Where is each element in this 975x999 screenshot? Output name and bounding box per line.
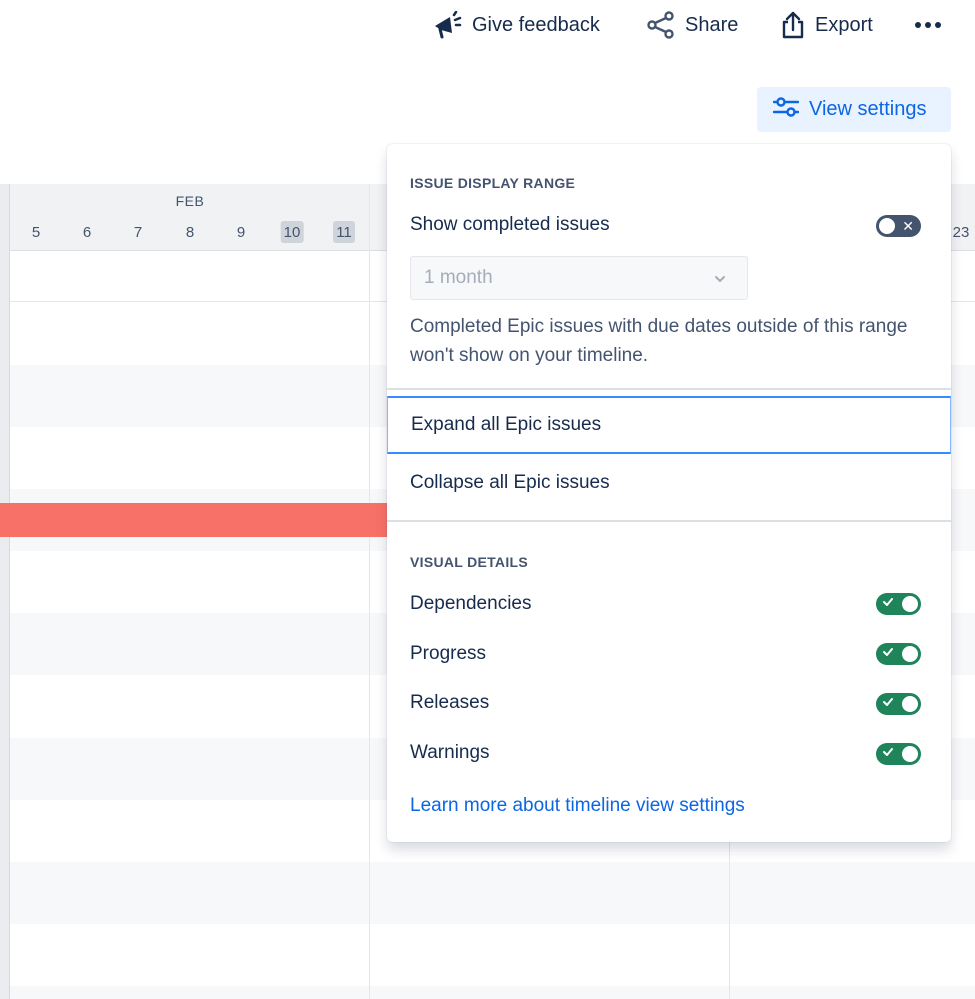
day-label: 23 (952, 223, 970, 241)
export-icon (781, 11, 805, 39)
check-icon (882, 693, 894, 715)
share-button[interactable]: Share (647, 8, 738, 42)
export-button[interactable]: Export (781, 8, 873, 42)
give-feedback-label: Give feedback (472, 13, 600, 36)
view-settings-panel: ISSUE DISPLAY RANGE Show completed issue… (387, 144, 951, 842)
timeline-left-edge (0, 184, 10, 999)
toggle-knob (902, 696, 918, 712)
day-label-weekend: 11 (333, 221, 355, 243)
divider (387, 388, 951, 390)
warnings-label: Warnings (410, 742, 490, 763)
view-settings-button[interactable]: View settings (757, 87, 951, 132)
divider (387, 520, 951, 522)
toggle-knob (902, 596, 918, 612)
day-label: 7 (133, 223, 143, 241)
progress-label: Progress (410, 643, 487, 664)
show-completed-issues-toggle[interactable]: ✕ (876, 215, 921, 237)
epic-bar[interactable] (0, 503, 400, 537)
check-icon (882, 743, 894, 765)
progress-toggle[interactable] (876, 643, 921, 665)
timeline-row (0, 986, 975, 999)
toggle-knob (902, 746, 918, 762)
export-label: Export (815, 13, 873, 36)
share-icon (647, 11, 675, 39)
expand-all-epics-item[interactable]: Expand all Epic issues (387, 396, 951, 454)
show-completed-issues-label: Show completed issues (410, 214, 610, 235)
close-icon: ✕ (902, 218, 914, 234)
releases-toggle[interactable] (876, 693, 921, 715)
check-icon (882, 593, 894, 615)
day-label: 9 (236, 223, 246, 241)
month-label: FEB (175, 193, 205, 209)
more-actions-button[interactable] (911, 8, 945, 42)
sliders-icon (772, 96, 800, 124)
toggle-knob (879, 218, 895, 234)
toggle-knob (902, 646, 918, 662)
display-range-help-text: Completed Epic issues with due dates out… (410, 316, 908, 366)
releases-label: Releases (410, 692, 490, 713)
issue-display-range-heading: ISSUE DISPLAY RANGE (410, 175, 576, 191)
warnings-toggle[interactable] (876, 743, 921, 765)
display-range-value: 1 month (424, 267, 493, 288)
learn-more-link[interactable]: Learn more about timeline view settings (410, 795, 745, 817)
timeline-row (0, 924, 975, 986)
timeline-row (0, 862, 975, 924)
more-dots-icon (914, 21, 942, 29)
dependencies-label: Dependencies (410, 593, 532, 614)
day-label: 6 (82, 223, 92, 241)
view-settings-label: View settings (809, 98, 927, 120)
day-label-weekend: 10 (280, 221, 304, 243)
visual-details-heading: VISUAL DETAILS (410, 554, 529, 570)
day-label: 8 (185, 223, 195, 241)
collapse-all-epics-item[interactable]: Collapse all Epic issues (387, 454, 951, 512)
share-label: Share (685, 13, 739, 36)
chevron-down-icon (713, 270, 727, 292)
give-feedback-button[interactable]: Give feedback (432, 8, 600, 42)
week-gridline (369, 184, 370, 999)
display-range-select[interactable]: 1 month (410, 256, 748, 300)
check-icon (882, 643, 894, 665)
day-label: 5 (31, 223, 41, 241)
dependencies-toggle[interactable] (876, 593, 921, 615)
megaphone-icon (432, 11, 462, 39)
